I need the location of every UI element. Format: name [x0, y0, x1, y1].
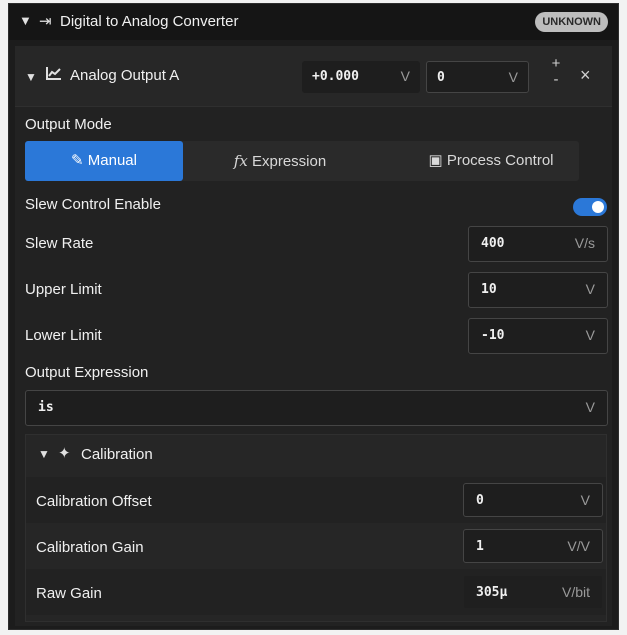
output-mode-tabs: ✎ Manual fx Expression ▣ Process Control [25, 141, 579, 181]
panel-header[interactable]: ▼ ⇥ Digital to Analog Converter UNKNOWN [9, 4, 618, 40]
calibration-gain-value: 1 [476, 539, 484, 554]
tab-expression-label: Expression [251, 153, 327, 170]
increment-button[interactable]: + [547, 56, 565, 72]
upper-limit-value: 10 [481, 282, 497, 297]
output-expression-unit: V [585, 399, 595, 415]
output-readout: +0.000 V [302, 61, 420, 93]
dac-panel: ▼ ⇥ Digital to Analog Converter UNKNOWN … [8, 3, 619, 630]
calibration-offset-unit: V [580, 492, 590, 508]
status-badge: UNKNOWN [535, 12, 608, 32]
setpoint-input[interactable]: 0 V [426, 61, 529, 93]
setpoint-unit: V [508, 69, 518, 85]
lower-limit-unit: V [585, 327, 595, 343]
calibration-section: ▼ ✦ Calibration Calibration Offset 0 V C… [25, 434, 607, 622]
upper-limit-input[interactable]: 10 V [468, 272, 608, 308]
output-expression-value: is [38, 400, 54, 415]
slew-rate-input[interactable]: 400 V/s [468, 226, 608, 262]
raw-gain-value: 305µ [476, 585, 508, 600]
lower-limit-value: -10 [481, 328, 505, 343]
slew-rate-unit: V/s [574, 235, 595, 251]
analog-output-section: ▼ Analog Output A +0.000 V 0 V + - × Out… [15, 46, 612, 626]
panel-title: Digital to Analog Converter [60, 13, 239, 30]
slew-rate-value: 400 [481, 236, 505, 251]
calibration-offset-input[interactable]: 0 V [463, 483, 603, 517]
calibration-title: Calibration [81, 446, 153, 463]
output-expression-input[interactable]: is V [25, 390, 608, 426]
toggle-knob [592, 201, 604, 213]
analog-output-header[interactable]: ▼ Analog Output A +0.000 V 0 V + - × [15, 46, 612, 107]
pencil-icon: ✎ [71, 152, 84, 169]
calibration-offset-label: Calibration Offset [36, 493, 152, 510]
output-arrow-icon: ⇥ [39, 13, 52, 30]
tab-expression[interactable]: fx Expression [205, 141, 355, 181]
tab-manual[interactable]: ✎ Manual [25, 141, 183, 181]
upper-limit-label: Upper Limit [25, 281, 102, 298]
raw-gain-readout: 305µ V/bit [463, 575, 603, 609]
lower-limit-input[interactable]: -10 V [468, 318, 608, 354]
value-stepper[interactable]: + - [547, 56, 565, 96]
calibration-header[interactable]: ▼ ✦ Calibration [26, 435, 606, 475]
raw-gain-label: Raw Gain [36, 585, 102, 602]
readout-unit: V [400, 68, 410, 84]
tab-process-control[interactable]: ▣ Process Control [403, 141, 579, 181]
camera-icon: ▣ [428, 152, 443, 169]
tab-process-control-label: Process Control [446, 152, 554, 169]
function-icon: fx [233, 152, 248, 170]
output-title: Analog Output A [70, 67, 180, 84]
tab-manual-label: Manual [87, 152, 137, 169]
slew-enable-toggle[interactable] [573, 198, 607, 216]
lower-limit-label: Lower Limit [25, 327, 102, 344]
chevron-down-icon[interactable]: ▼ [25, 70, 37, 84]
close-button[interactable]: × [580, 65, 591, 86]
slew-rate-label: Slew Rate [25, 235, 94, 252]
calibration-gain-input[interactable]: 1 V/V [463, 529, 603, 563]
setpoint-value: 0 [437, 70, 445, 85]
upper-limit-unit: V [585, 281, 595, 297]
slew-enable-label: Slew Control Enable [25, 196, 161, 213]
chevron-down-icon[interactable]: ▼ [19, 13, 32, 28]
output-expression-label: Output Expression [25, 364, 149, 381]
calibration-gain-label: Calibration Gain [36, 539, 144, 556]
line-chart-icon [46, 66, 62, 84]
readout-value: +0.000 [312, 69, 359, 84]
decrement-button[interactable]: - [547, 72, 565, 88]
calibration-offset-value: 0 [476, 493, 484, 508]
output-mode-label: Output Mode [25, 116, 112, 133]
raw-gain-unit: V/bit [561, 584, 590, 600]
chevron-down-icon[interactable]: ▼ [38, 447, 50, 461]
calibration-gain-unit: V/V [567, 538, 590, 554]
sparkle-icon: ✦ [58, 445, 71, 462]
